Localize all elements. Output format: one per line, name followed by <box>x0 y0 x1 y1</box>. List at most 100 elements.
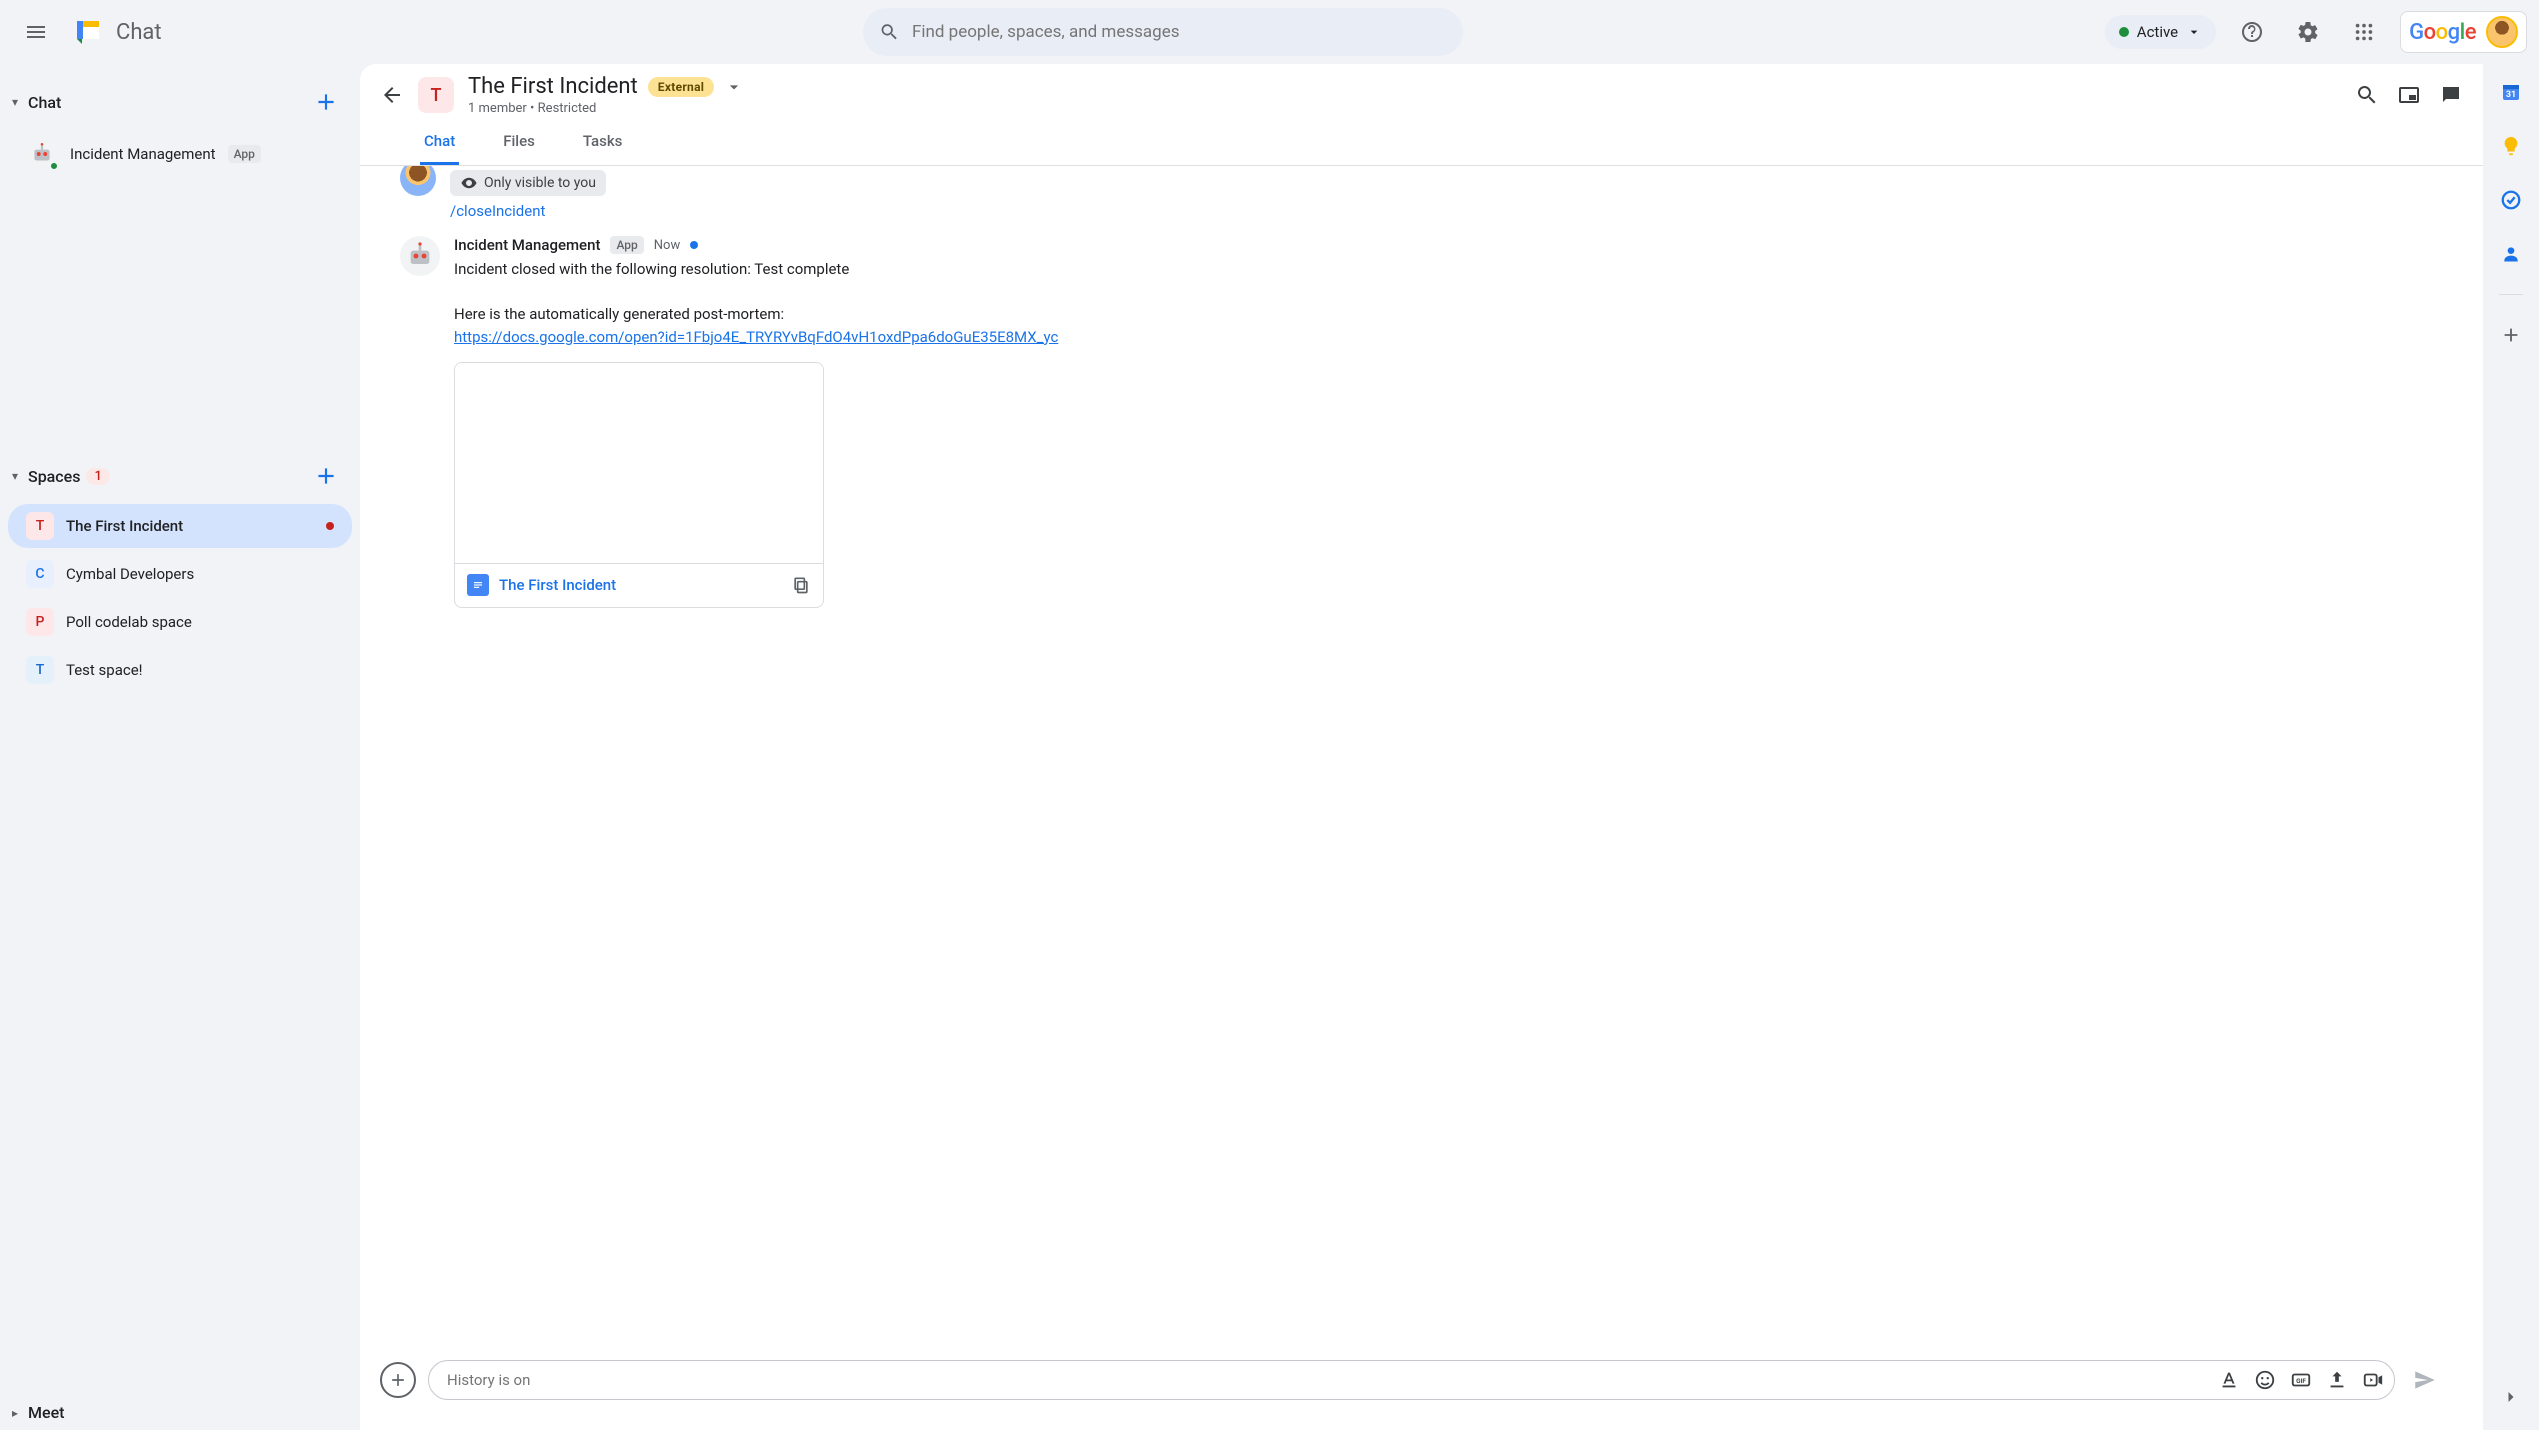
chat-logo-icon <box>68 12 108 52</box>
unread-indicator-icon <box>690 241 698 249</box>
tasks-icon[interactable] <box>2493 182 2529 218</box>
caret-right-icon: ▸ <box>8 1406 22 1420</box>
picture-in-picture-icon[interactable] <box>2397 83 2421 107</box>
topbar: Chat Active Google <box>0 0 2539 64</box>
show-side-panel-button[interactable] <box>2493 1394 2529 1430</box>
format-icon[interactable] <box>2218 1369 2240 1391</box>
status-label: Active <box>2137 23 2178 41</box>
search-icon <box>879 21 900 43</box>
chevron-down-icon[interactable] <box>724 77 744 97</box>
spaces-section-header[interactable]: ▾ Spaces 1 <box>0 450 360 502</box>
doc-thumbnail <box>455 363 823 563</box>
space-item-first-incident[interactable]: T The First Incident <box>8 504 352 548</box>
search-bar[interactable] <box>863 8 1463 56</box>
space-item-cymbal[interactable]: C Cymbal Developers <box>8 552 352 596</box>
send-button[interactable] <box>2407 1362 2443 1398</box>
new-space-button[interactable] <box>308 458 344 494</box>
sender-name: Incident Management <box>454 236 600 254</box>
chat-item-incident-management[interactable]: Incident Management App <box>8 130 352 178</box>
slash-command-text: /closeIncident <box>450 202 606 220</box>
spaces-section-title: Spaces <box>28 467 80 486</box>
bot-avatar-icon <box>400 236 440 276</box>
app-name: Chat <box>116 20 162 45</box>
bot-message: Incident Management App Now Incident clo… <box>400 236 2443 608</box>
copy-icon[interactable] <box>791 575 811 595</box>
main-menu-icon[interactable] <box>12 8 60 56</box>
unread-dot-icon <box>326 522 334 530</box>
contacts-icon[interactable] <box>2493 236 2529 272</box>
space-item-label: The First Incident <box>66 517 183 535</box>
thread-panel-icon[interactable] <box>2439 83 2463 107</box>
post-mortem-link[interactable]: https://docs.google.com/open?id=1Fbjo4E_… <box>454 328 1058 346</box>
space-item-label: Test space! <box>66 661 143 679</box>
tab-chat[interactable]: Chat <box>420 122 459 165</box>
chevron-down-icon <box>2186 24 2202 40</box>
message-text: Here is the automatically generated post… <box>454 303 2443 326</box>
message-composer[interactable]: GIF <box>428 1360 2395 1400</box>
tab-files[interactable]: Files <box>499 122 539 165</box>
docs-icon <box>467 574 489 596</box>
external-badge: External <box>648 77 715 97</box>
rail-divider <box>2499 294 2523 295</box>
message-text: Incident closed with the following resol… <box>454 258 2443 281</box>
caret-down-icon: ▾ <box>8 95 22 109</box>
tabs: Chat Files Tasks <box>360 116 2483 166</box>
chat-item-label: Incident Management <box>70 145 216 163</box>
new-chat-button[interactable] <box>308 84 344 120</box>
back-button[interactable] <box>380 83 404 107</box>
only-visible-text: Only visible to you <box>484 175 596 191</box>
google-logo: Google <box>2409 20 2476 45</box>
app-pill: App <box>610 236 643 254</box>
space-item-label: Poll codelab space <box>66 613 192 631</box>
calendar-icon[interactable]: 31 <box>2493 74 2529 110</box>
apps-grid-icon[interactable] <box>2344 12 2384 52</box>
sidebar: ▾ Chat Incident Management App ▾ Spaces … <box>0 64 360 1430</box>
account-chip[interactable]: Google <box>2400 11 2527 53</box>
status-dot-icon <box>2119 27 2129 37</box>
space-item-label: Cymbal Developers <box>66 565 194 583</box>
add-addon-button[interactable] <box>2493 317 2529 353</box>
space-chip-icon: T <box>418 77 454 113</box>
keep-icon[interactable] <box>2493 128 2529 164</box>
add-attachment-button[interactable] <box>380 1362 416 1398</box>
space-chip-icon: C <box>26 560 54 588</box>
video-meeting-icon[interactable] <box>2362 1369 2384 1391</box>
spaces-unread-badge: 1 <box>86 468 109 485</box>
tab-tasks[interactable]: Tasks <box>579 122 627 165</box>
help-icon[interactable] <box>2232 12 2272 52</box>
eye-icon <box>460 174 478 192</box>
space-subtitle: 1 member • Restricted <box>468 101 744 116</box>
bot-avatar-icon <box>26 138 58 170</box>
presence-dot-icon <box>49 161 59 171</box>
account-avatar-icon <box>2486 16 2518 48</box>
chat-header: T The First Incident External 1 member •… <box>360 64 2483 116</box>
caret-down-icon: ▾ <box>8 469 22 483</box>
chat-section-header[interactable]: ▾ Chat <box>0 76 360 128</box>
space-chip-icon: P <box>26 608 54 636</box>
upload-icon[interactable] <box>2326 1369 2348 1391</box>
message-list: Only visible to you /closeIncident Incid… <box>360 166 2483 1346</box>
chat-section-title: Chat <box>28 93 61 112</box>
doc-name[interactable]: The First Incident <box>499 574 616 597</box>
user-avatar-icon <box>400 166 436 196</box>
search-in-space-icon[interactable] <box>2355 83 2379 107</box>
settings-icon[interactable] <box>2288 12 2328 52</box>
doc-preview-card[interactable]: The First Incident <box>454 362 824 608</box>
space-item-test[interactable]: T Test space! <box>8 648 352 692</box>
space-chip-icon: T <box>26 512 54 540</box>
composer-area: GIF <box>360 1346 2483 1430</box>
message-input[interactable] <box>447 1371 2212 1389</box>
gif-icon[interactable]: GIF <box>2290 1369 2312 1391</box>
only-visible-badge: Only visible to you <box>450 170 606 196</box>
status-pill[interactable]: Active <box>2105 15 2216 49</box>
svg-text:GIF: GIF <box>2296 1377 2306 1385</box>
emoji-icon[interactable] <box>2254 1369 2276 1391</box>
side-rail: 31 <box>2483 64 2539 1430</box>
user-message: Only visible to you /closeIncident <box>400 170 2443 220</box>
space-item-poll[interactable]: P Poll codelab space <box>8 600 352 644</box>
space-title: The First Incident <box>468 74 638 99</box>
main-panel: T The First Incident External 1 member •… <box>360 64 2483 1430</box>
meet-section-header[interactable]: ▸ Meet <box>0 1395 360 1430</box>
svg-text:31: 31 <box>2506 90 2516 100</box>
search-input[interactable] <box>912 22 1447 42</box>
